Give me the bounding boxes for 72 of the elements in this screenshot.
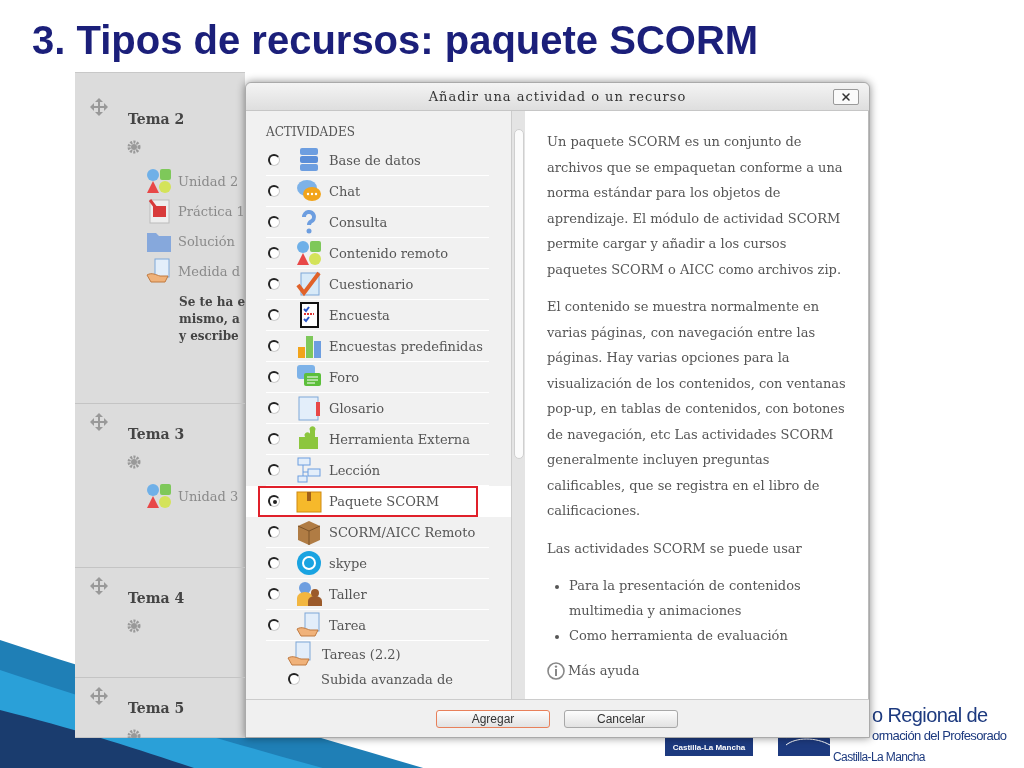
option-label[interactable]: Base de datos [329,152,421,168]
option-label[interactable]: Contenido remoto [329,245,448,261]
logo-text: o Regional de [872,704,988,727]
help-link[interactable]: Más ayuda [568,658,640,684]
logo-text: Castilla-La Mancha [833,750,925,764]
option-label[interactable]: Encuesta [329,307,390,323]
option-label[interactable]: SCORM/AICC Remoto [329,524,476,540]
dialog-button[interactable]: Agregar [436,709,550,728]
section-title: Tema 3 [128,426,185,443]
dictionary-icon [295,394,323,422]
dialog-title: Añadir una actividad o un recurso [428,89,687,104]
option-label[interactable]: skype [329,555,367,571]
option-label[interactable]: Taller [329,586,367,602]
radio-button[interactable] [268,495,280,507]
slide-title: 3. Tipos de recursos: paquete SCORM [32,18,759,64]
option-label[interactable]: Tarea [329,617,367,633]
radio-button[interactable] [268,619,280,631]
dialog-button[interactable]: Cancelar [564,709,678,728]
bullet-icon [555,585,559,589]
radio-button[interactable] [268,402,280,414]
bullet-item: Como herramienta de evaluación [569,627,788,645]
section-text: Se te ha e mismo, a y escribe [179,294,245,345]
option-label[interactable]: Herramienta Externa [329,431,470,447]
close-icon [840,91,852,103]
scrollbar-thumb[interactable] [513,129,524,459]
radio-button[interactable] [268,340,280,352]
shapes-icon [295,239,323,267]
hand-document-icon [286,640,314,668]
hand-document-icon [295,611,323,639]
bullet-icon [555,635,559,639]
option-label[interactable]: Consulta [329,214,388,230]
option-label[interactable]: Encuestas predefinidas [329,338,483,354]
list-heading: ACTIVIDADES [266,125,356,139]
radio-button[interactable] [268,278,280,290]
radio-button[interactable] [268,247,280,259]
hand-document-icon [145,257,173,285]
people-icon [295,580,323,608]
info-icon [547,661,565,680]
option-label[interactable]: Chat [329,183,361,199]
logo-text: Castilla-La Mancha [672,743,746,752]
box-icon [295,518,323,546]
radio-button[interactable] [268,309,280,321]
flowchart-icon [295,456,323,484]
option-label[interactable]: Cuestionario [329,276,414,292]
radio-button[interactable] [268,464,280,476]
radio-button[interactable] [268,588,280,600]
radio-button[interactable] [268,557,280,569]
radio-button[interactable] [268,371,280,383]
bullet-item: Para la presentación de contenidos multimedia y animaciones [569,577,802,620]
option-label[interactable]: Foro [329,369,360,385]
description-text: Las actividades SCORM se puede usar [547,539,803,558]
section-title: Tema 5 [128,700,185,716]
shapes-icon [145,167,173,195]
logo-text: ormación del Profesorado [872,728,1007,743]
section-title: Tema 4 [128,589,185,606]
radio-button[interactable] [268,433,280,445]
scrollbar[interactable] [511,111,525,699]
description-text: El contenido se muestra normalmente en varias páginas, con navegación entre las páginas. Hay varias opciones para la visualización de los contenidos, con ventanas pop-up, en tablas de contenidos, con botones de navegación, etc Las actividades SCORM generalmente incluyen preguntas calificables, que se registra en el libro de calificaciones. [547,298,846,520]
radio-button[interactable] [288,673,300,685]
radio-button[interactable] [268,154,280,166]
option-label[interactable]: Lección [329,462,381,478]
description-text: Un paquete SCORM es un conjunto de archivos que se empaquetan conforme a una norma estándar para los objetos de aprendizaje. El módulo de actividad SCORM permite cargar y añadir a los cursos paquetes SCORM o AICC como archivos zip. [547,133,844,279]
option-label[interactable]: Subida avanzada de [321,671,453,687]
shapes-icon [145,482,173,511]
group-label: Tareas (2.2) [322,646,401,662]
checkmark-document-icon [295,270,323,298]
option-label[interactable]: Glosario [329,400,384,416]
section-title: Tema 2 [128,111,185,127]
radio-button[interactable] [268,185,280,197]
close-button[interactable] [833,89,859,105]
radio-button[interactable] [268,216,280,228]
radio-button[interactable] [268,526,280,538]
